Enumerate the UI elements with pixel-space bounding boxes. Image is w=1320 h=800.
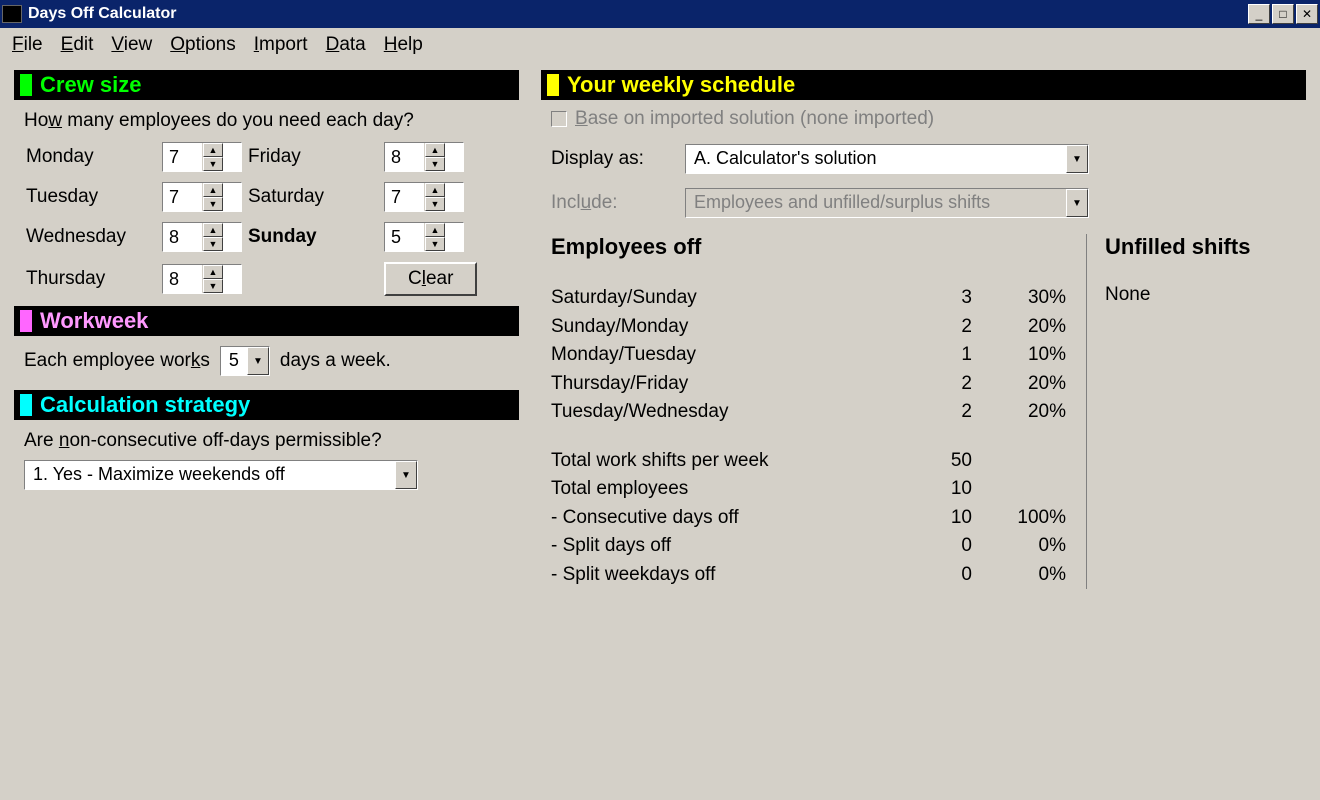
clear-button[interactable]: Clear [384, 262, 477, 296]
calc-header: Calculation strategy [14, 390, 519, 420]
input-tuesday[interactable] [163, 183, 203, 211]
unfilled-shifts-title: Unfilled shifts [1105, 234, 1296, 260]
minimize-button[interactable]: _ [1248, 4, 1270, 24]
schedule-title: Your weekly schedule [567, 72, 795, 98]
workweek-suffix: days a week. [280, 350, 391, 372]
spinner-thursday[interactable]: ▲▼ [162, 264, 242, 294]
calc-prompt: Are non-consecutive off-days permissible… [24, 430, 509, 452]
display-as-select[interactable]: A. Calculator's solution ▼ [685, 144, 1089, 174]
label-tuesday: Tuesday [26, 186, 156, 208]
down-icon[interactable]: ▼ [425, 157, 445, 171]
employees-off-row: Tuesday/Wednesday220% [551, 398, 1066, 427]
label-sunday: Sunday [248, 226, 378, 248]
workweek-header: Workweek [14, 306, 519, 336]
employees-off-title: Employees off [551, 234, 1066, 260]
label-friday: Friday [248, 146, 378, 168]
input-wednesday[interactable] [163, 223, 203, 251]
totals-row: - Split days off00% [551, 532, 1066, 561]
spinner-monday[interactable]: ▲▼ [162, 142, 242, 172]
menu-file[interactable]: File [12, 34, 43, 56]
down-icon[interactable]: ▼ [203, 197, 223, 211]
up-icon[interactable]: ▲ [203, 265, 223, 279]
up-icon[interactable]: ▲ [425, 223, 445, 237]
include-label: Include: [551, 192, 671, 214]
label-wednesday: Wednesday [26, 226, 156, 248]
crew-prompt: How many employees do you need each day? [14, 100, 519, 138]
up-icon[interactable]: ▲ [203, 183, 223, 197]
chevron-down-icon[interactable]: ▼ [1066, 145, 1088, 173]
menu-edit[interactable]: Edit [61, 34, 94, 56]
menubar: File Edit View Options Import Data Help [0, 28, 1320, 64]
calc-selected-value: 1. Yes - Maximize weekends off [25, 461, 395, 489]
base-on-imported-row: Base on imported solution (none imported… [551, 108, 1296, 130]
input-saturday[interactable] [385, 183, 425, 211]
calc-select[interactable]: 1. Yes - Maximize weekends off ▼ [24, 460, 418, 490]
menu-import[interactable]: Import [254, 34, 308, 56]
down-icon[interactable]: ▼ [203, 157, 223, 171]
employees-off-row: Monday/Tuesday110% [551, 341, 1066, 370]
base-on-imported-label: Base on imported solution (none imported… [575, 108, 934, 130]
totals-row: - Consecutive days off10100% [551, 504, 1066, 533]
accent-icon [20, 74, 32, 96]
totals-row: Total employees10 [551, 475, 1066, 504]
chevron-down-icon: ▼ [1066, 189, 1088, 217]
up-icon[interactable]: ▲ [425, 183, 445, 197]
workweek-value: 5 [221, 347, 247, 375]
workweek-title: Workweek [40, 308, 148, 334]
down-icon[interactable]: ▼ [203, 237, 223, 251]
menu-options[interactable]: Options [170, 34, 235, 56]
schedule-header: Your weekly schedule [541, 70, 1306, 100]
crew-size-title: Crew size [40, 72, 142, 98]
include-select: Employees and unfilled/surplus shifts ▼ [685, 188, 1089, 218]
down-icon[interactable]: ▼ [425, 237, 445, 251]
close-button[interactable]: ✕ [1296, 4, 1318, 24]
menu-data[interactable]: Data [326, 34, 366, 56]
base-on-imported-checkbox [551, 111, 567, 127]
menu-help[interactable]: Help [384, 34, 423, 56]
display-as-value: A. Calculator's solution [686, 145, 1066, 173]
accent-icon [20, 394, 32, 416]
app-icon [2, 5, 22, 23]
totals-row: Total work shifts per week50 [551, 447, 1066, 476]
window-title: Days Off Calculator [28, 5, 176, 23]
input-friday[interactable] [385, 143, 425, 171]
input-sunday[interactable] [385, 223, 425, 251]
label-saturday: Saturday [248, 186, 378, 208]
down-icon[interactable]: ▼ [425, 197, 445, 211]
spinner-sunday[interactable]: ▲▼ [384, 222, 464, 252]
workweek-prompt: Each employee works [24, 350, 210, 372]
spinner-saturday[interactable]: ▲▼ [384, 182, 464, 212]
crew-size-header: Crew size [14, 70, 519, 100]
menu-view[interactable]: View [111, 34, 152, 56]
chevron-down-icon[interactable]: ▼ [247, 347, 269, 375]
label-monday: Monday [26, 146, 156, 168]
up-icon[interactable]: ▲ [203, 223, 223, 237]
spinner-tuesday[interactable]: ▲▼ [162, 182, 242, 212]
totals-row: - Split weekdays off00% [551, 561, 1066, 590]
input-monday[interactable] [163, 143, 203, 171]
titlebar: Days Off Calculator _ □ ✕ [0, 0, 1320, 28]
spinner-friday[interactable]: ▲▼ [384, 142, 464, 172]
unfilled-shifts-value: None [1105, 284, 1296, 306]
accent-icon [20, 310, 32, 332]
up-icon[interactable]: ▲ [203, 143, 223, 157]
employees-off-row: Saturday/Sunday330% [551, 284, 1066, 313]
spinner-wednesday[interactable]: ▲▼ [162, 222, 242, 252]
display-as-label: Display as: [551, 148, 671, 170]
down-icon[interactable]: ▼ [203, 279, 223, 293]
label-thursday: Thursday [26, 268, 156, 290]
include-value: Employees and unfilled/surplus shifts [686, 189, 1066, 217]
chevron-down-icon[interactable]: ▼ [395, 461, 417, 489]
workweek-select[interactable]: 5 ▼ [220, 346, 270, 376]
accent-icon [547, 74, 559, 96]
employees-off-row: Sunday/Monday220% [551, 313, 1066, 342]
calc-title: Calculation strategy [40, 392, 250, 418]
up-icon[interactable]: ▲ [425, 143, 445, 157]
maximize-button[interactable]: □ [1272, 4, 1294, 24]
employees-off-row: Thursday/Friday220% [551, 370, 1066, 399]
input-thursday[interactable] [163, 265, 203, 293]
